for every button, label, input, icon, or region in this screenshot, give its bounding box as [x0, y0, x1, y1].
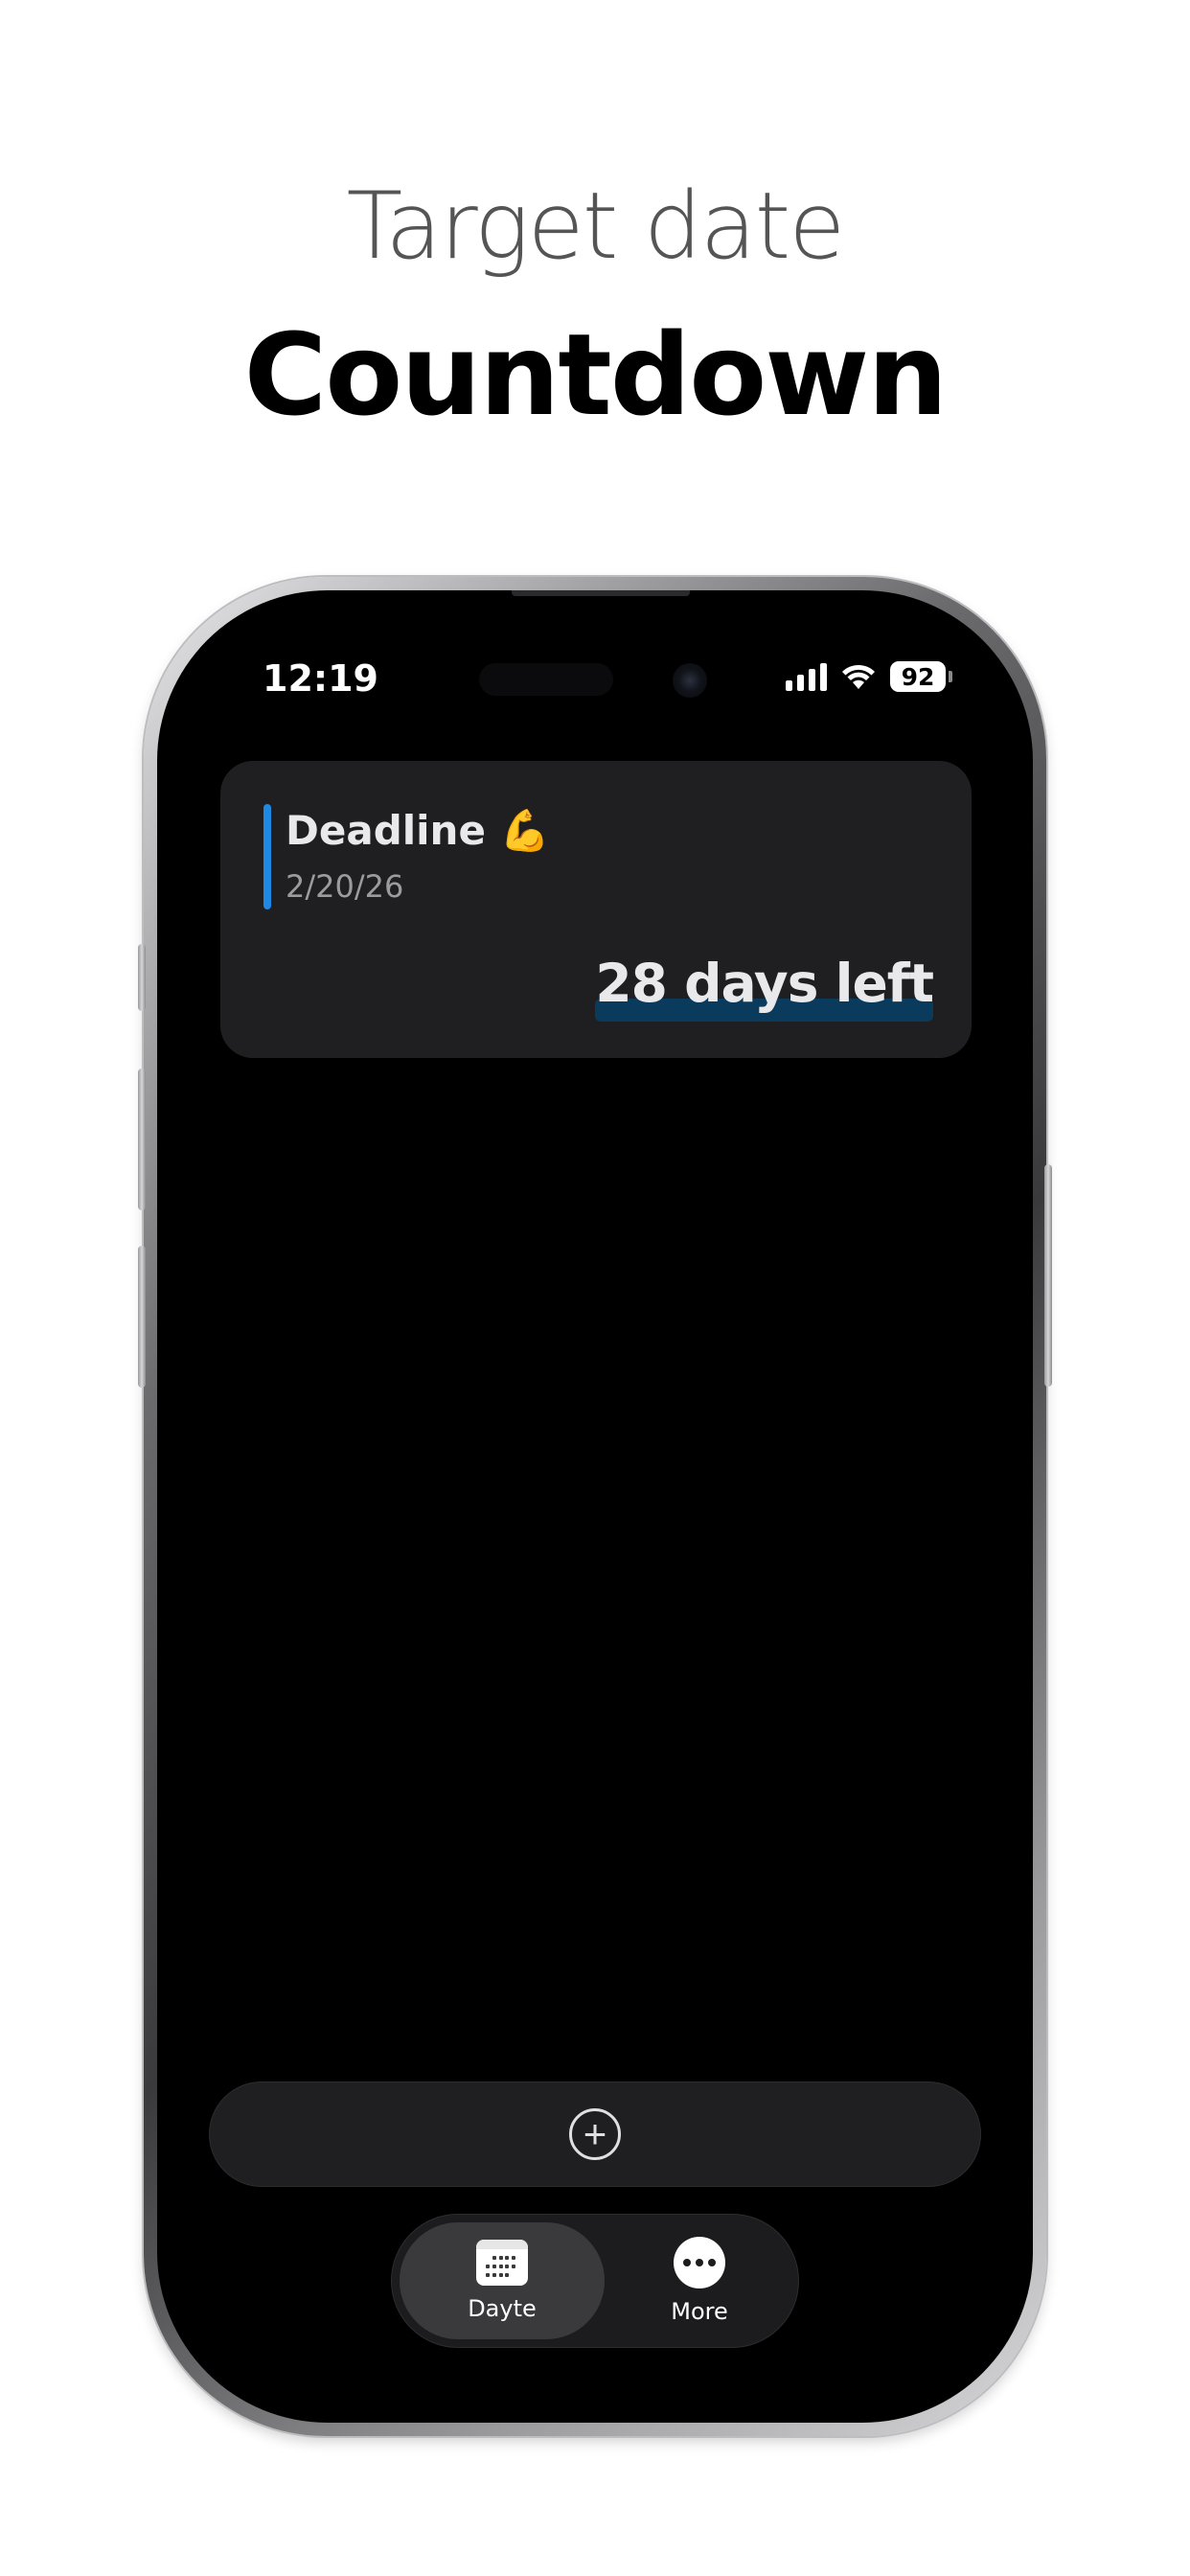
- front-camera: [673, 663, 707, 698]
- cellular-signal-icon: [786, 662, 827, 691]
- volume-down-button: [138, 1246, 146, 1388]
- dynamic-island-speaker: [479, 663, 613, 696]
- card-accent-bar: [263, 804, 271, 909]
- tab-more[interactable]: More: [608, 2222, 790, 2339]
- tab-bar: Dayte More: [391, 2214, 799, 2348]
- volume-up-button: [138, 1069, 146, 1210]
- tab-more-label: More: [671, 2298, 728, 2325]
- promo-subtitle: Target date: [346, 172, 846, 280]
- card-title: Deadline 💪: [286, 807, 550, 854]
- card-date: 2/20/26: [286, 868, 404, 905]
- status-time: 12:19: [263, 657, 378, 700]
- calendar-icon: [476, 2240, 528, 2286]
- wifi-icon: [842, 664, 875, 689]
- days-left-wrap: 28 days left: [595, 953, 934, 1022]
- phone-screen: 12:19 92 Deadline 💪 2/20/26 28 days left…: [157, 590, 1033, 2423]
- tab-dayte[interactable]: Dayte: [400, 2222, 605, 2339]
- battery-icon: 92: [890, 661, 946, 692]
- promo-title: Countdown: [243, 309, 949, 441]
- tab-dayte-label: Dayte: [468, 2295, 537, 2322]
- more-icon: [674, 2237, 725, 2288]
- add-countdown-button[interactable]: +: [209, 2082, 981, 2187]
- action-button: [138, 944, 146, 1011]
- days-left-text: 28 days left: [595, 953, 934, 1014]
- plus-circle-icon: +: [569, 2108, 621, 2160]
- status-right: 92: [786, 656, 952, 698]
- power-button: [1044, 1164, 1052, 1387]
- countdown-card[interactable]: Deadline 💪 2/20/26 28 days left: [220, 761, 972, 1058]
- top-speaker-grill: [512, 590, 690, 596]
- battery-tip: [949, 671, 952, 682]
